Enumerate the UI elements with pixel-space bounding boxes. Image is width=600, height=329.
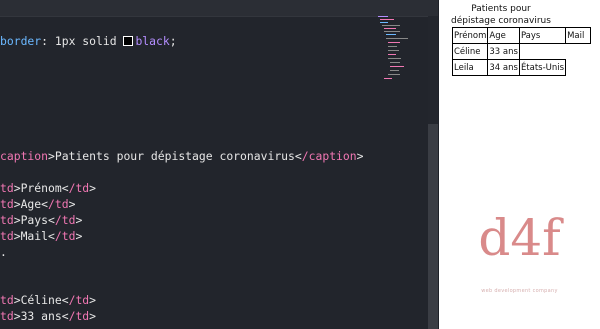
code-line-row-celine: td>Céline</td> bbox=[0, 293, 97, 307]
header-cell-mail: Mail bbox=[565, 27, 592, 44]
browser-preview-pane: Patients pour dépistage coronavirus Prén… bbox=[439, 0, 600, 329]
color-swatch[interactable] bbox=[123, 36, 134, 46]
table-cell bbox=[566, 60, 591, 76]
code-minimap[interactable] bbox=[372, 14, 410, 84]
code-line-header-prenom: td>Prénom</td> bbox=[0, 181, 97, 195]
table-cell: États-Unis bbox=[518, 59, 567, 76]
watermark-tagline: web development company bbox=[481, 288, 558, 294]
header-cell-age: Age bbox=[487, 27, 520, 44]
table-cell: Leila bbox=[451, 59, 489, 76]
css-border-line: border: 1px solid black; bbox=[0, 34, 177, 48]
table-cell: 34 ans bbox=[487, 59, 520, 76]
table-cell bbox=[519, 44, 565, 60]
code-line-header-pays: td>Pays</td> bbox=[0, 213, 83, 227]
table-header-row: Prénom Age Pays Mail bbox=[451, 27, 592, 44]
code-editor[interactable]: border: 1px solid black; caption>Patient… bbox=[0, 0, 438, 329]
watermark-logo: d4f bbox=[478, 209, 561, 267]
caption-code-line: caption>Patients pour dépistage coronavi… bbox=[0, 149, 364, 163]
table-row: Céline 33 ans bbox=[451, 43, 591, 60]
code-line-header-age: td>Age</td> bbox=[0, 197, 76, 211]
header-cell-pays: Pays bbox=[518, 27, 567, 44]
editor-scrollbar-thumb[interactable] bbox=[428, 124, 438, 329]
table-cell bbox=[566, 44, 591, 60]
patients-table: Prénom Age Pays Mail Céline 33 ans Leila… bbox=[451, 27, 592, 76]
table-cell: 33 ans bbox=[487, 43, 520, 60]
code-line-fragment: . bbox=[0, 245, 7, 259]
table-cell: Céline bbox=[451, 43, 489, 60]
code-line-row-age: td>33 ans</td> bbox=[0, 309, 97, 323]
code-line-header-mail: td>Mail</td> bbox=[0, 229, 83, 243]
table-caption: Patients pour dépistage coronavirus bbox=[451, 4, 551, 26]
header-cell-prenom: Prénom bbox=[451, 27, 489, 44]
table-row: Leila 34 ans États-Unis bbox=[451, 59, 591, 76]
